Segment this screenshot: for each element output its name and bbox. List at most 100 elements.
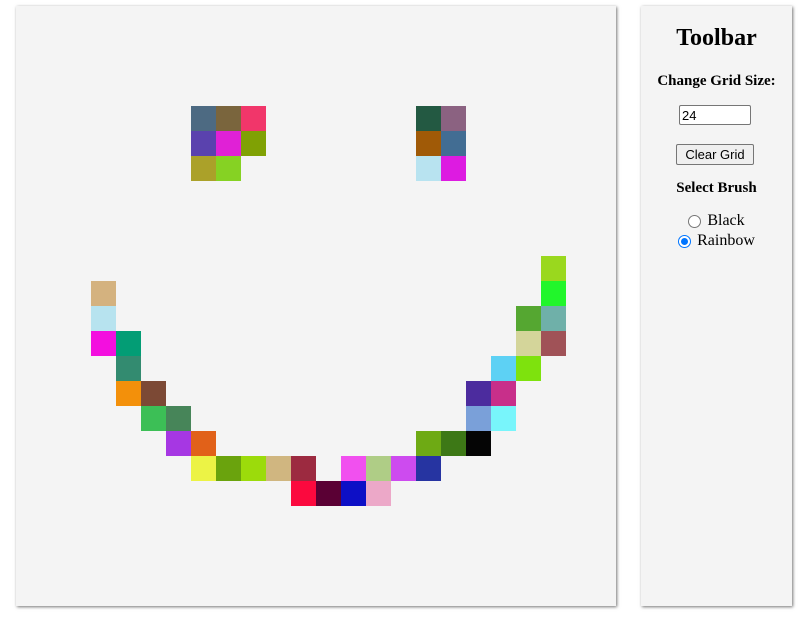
grid-cell[interactable] — [341, 131, 366, 156]
grid-cell[interactable] — [291, 306, 316, 331]
grid-cell[interactable] — [191, 281, 216, 306]
grid-cell[interactable] — [316, 306, 341, 331]
grid-cell[interactable] — [166, 306, 191, 331]
grid-cell[interactable] — [16, 406, 41, 431]
grid-cell[interactable] — [441, 156, 466, 181]
grid-cell[interactable] — [291, 81, 316, 106]
grid-cell[interactable] — [516, 331, 541, 356]
grid-cell[interactable] — [141, 381, 166, 406]
grid-cell[interactable] — [66, 231, 91, 256]
grid-cell[interactable] — [416, 31, 441, 56]
grid-cell[interactable] — [41, 306, 66, 331]
grid-cell[interactable] — [166, 506, 191, 531]
grid-cell[interactable] — [16, 431, 41, 456]
grid-cell[interactable] — [466, 181, 491, 206]
grid-cell[interactable] — [366, 406, 391, 431]
grid-cell[interactable] — [591, 506, 616, 531]
grid-cell[interactable] — [16, 531, 41, 556]
grid-cell[interactable] — [591, 181, 616, 206]
grid-cell[interactable] — [441, 56, 466, 81]
grid-cell[interactable] — [516, 556, 541, 581]
grid-cell[interactable] — [66, 206, 91, 231]
grid-cell[interactable] — [416, 206, 441, 231]
grid-cell[interactable] — [366, 206, 391, 231]
grid-cell[interactable] — [541, 231, 566, 256]
grid-cell[interactable] — [591, 106, 616, 131]
grid-cell[interactable] — [466, 556, 491, 581]
grid-cell[interactable] — [216, 256, 241, 281]
grid-cell[interactable] — [491, 531, 516, 556]
grid-cell[interactable] — [241, 481, 266, 506]
grid-cell[interactable] — [566, 581, 591, 606]
grid-cell[interactable] — [566, 356, 591, 381]
grid-cell[interactable] — [416, 331, 441, 356]
grid-cell[interactable] — [16, 556, 41, 581]
grid-cell[interactable] — [366, 6, 391, 31]
grid-cell[interactable] — [391, 531, 416, 556]
grid-cell[interactable] — [366, 581, 391, 606]
grid-cell[interactable] — [391, 306, 416, 331]
grid-cell[interactable] — [491, 481, 516, 506]
grid-cell[interactable] — [66, 306, 91, 331]
radio-black[interactable] — [688, 214, 702, 228]
grid-cell[interactable] — [341, 581, 366, 606]
grid-cell[interactable] — [216, 456, 241, 481]
grid-cell[interactable] — [166, 81, 191, 106]
grid-cell[interactable] — [116, 481, 141, 506]
grid-cell[interactable] — [541, 431, 566, 456]
grid-cell[interactable] — [591, 306, 616, 331]
grid-cell[interactable] — [241, 406, 266, 431]
grid-cell[interactable] — [516, 6, 541, 31]
grid-cell[interactable] — [316, 581, 341, 606]
grid-cell[interactable] — [191, 156, 216, 181]
grid-cell[interactable] — [366, 81, 391, 106]
grid-cell[interactable] — [441, 481, 466, 506]
grid-cell[interactable] — [16, 181, 41, 206]
grid-cell[interactable] — [441, 6, 466, 31]
grid-cell[interactable] — [141, 256, 166, 281]
grid-cell[interactable] — [291, 256, 316, 281]
grid-cell[interactable] — [516, 381, 541, 406]
grid-cell[interactable] — [141, 431, 166, 456]
grid-cell[interactable] — [591, 231, 616, 256]
grid-cell[interactable] — [566, 531, 591, 556]
grid-cell[interactable] — [116, 131, 141, 156]
grid-cell[interactable] — [441, 256, 466, 281]
grid-cell[interactable] — [291, 556, 316, 581]
grid-cell[interactable] — [116, 406, 141, 431]
grid-cell[interactable] — [366, 331, 391, 356]
grid-cell[interactable] — [41, 31, 66, 56]
grid-cell[interactable] — [241, 331, 266, 356]
grid-cell[interactable] — [41, 281, 66, 306]
grid-cell[interactable] — [266, 56, 291, 81]
grid-cell[interactable] — [91, 406, 116, 431]
grid-cell[interactable] — [316, 406, 341, 431]
grid-cell[interactable] — [166, 31, 191, 56]
grid-cell[interactable] — [166, 56, 191, 81]
grid-cell[interactable] — [316, 131, 341, 156]
grid-cell[interactable] — [441, 281, 466, 306]
grid-cell[interactable] — [366, 481, 391, 506]
grid-cell[interactable] — [591, 481, 616, 506]
grid-cell[interactable] — [466, 431, 491, 456]
grid-cell[interactable] — [466, 106, 491, 131]
grid-cell[interactable] — [16, 56, 41, 81]
grid-cell[interactable] — [166, 206, 191, 231]
grid-size-input[interactable] — [679, 105, 751, 125]
grid-cell[interactable] — [516, 56, 541, 81]
grid-cell[interactable] — [41, 506, 66, 531]
grid-cell[interactable] — [491, 431, 516, 456]
grid-cell[interactable] — [466, 481, 491, 506]
grid-cell[interactable] — [541, 281, 566, 306]
grid-cell[interactable] — [16, 256, 41, 281]
grid-cell[interactable] — [516, 456, 541, 481]
grid-cell[interactable] — [541, 556, 566, 581]
grid-cell[interactable] — [316, 6, 341, 31]
grid-cell[interactable] — [241, 56, 266, 81]
grid-cell[interactable] — [491, 306, 516, 331]
grid-cell[interactable] — [41, 481, 66, 506]
grid-cell[interactable] — [516, 81, 541, 106]
grid-cell[interactable] — [341, 506, 366, 531]
grid-cell[interactable] — [41, 231, 66, 256]
grid-cell[interactable] — [91, 306, 116, 331]
